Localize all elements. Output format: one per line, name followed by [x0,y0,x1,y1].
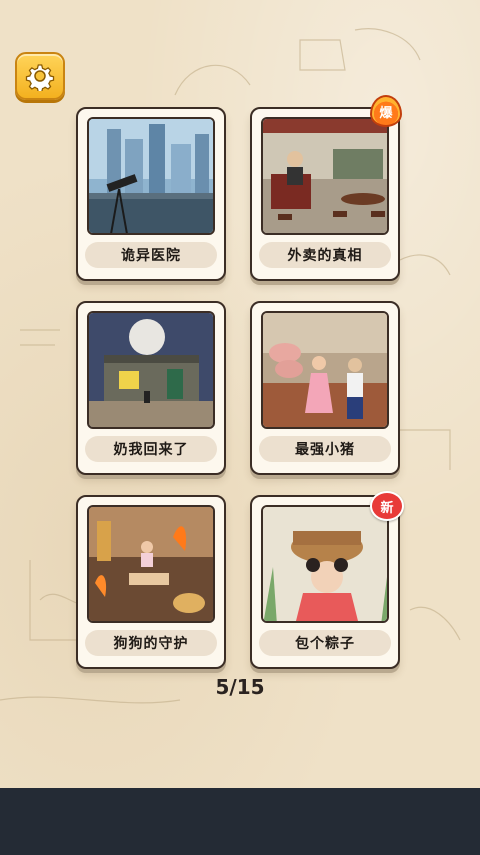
background-sketch [0,28,461,704]
paper-background [0,0,480,788]
level-title: 奶我回来了 [85,436,217,462]
level-thumbnail [87,117,215,235]
bottom-bar [0,788,480,855]
level-title: 包个粽子 [259,630,391,656]
level-thumbnail [261,311,389,429]
level-title: 狗狗的守护 [85,630,217,656]
hot-badge: 爆 [370,95,402,127]
level-card-3[interactable]: 奶我回来了 [76,301,226,475]
gear-icon [25,64,55,91]
level-thumbnail [87,311,215,429]
level-title: 最强小猪 [259,436,391,462]
new-badge: 新 [370,491,404,521]
level-thumbnail [261,117,389,235]
level-thumbnail [87,505,215,623]
settings-button[interactable] [15,52,65,100]
page-indicator: 5/15 [215,675,265,699]
level-title: 外卖的真相 [259,242,391,268]
level-thumbnail [261,505,389,623]
level-card-5[interactable]: 狗狗的守护 [76,495,226,669]
level-card-4[interactable]: 最强小猪 [250,301,400,475]
level-card-6[interactable]: 新 包个粽子 [250,491,404,669]
level-card-1[interactable]: 诡异医院 [76,107,226,281]
level-card-2[interactable]: 爆 外卖的真相 [250,95,402,281]
level-title: 诡异医院 [85,242,217,268]
